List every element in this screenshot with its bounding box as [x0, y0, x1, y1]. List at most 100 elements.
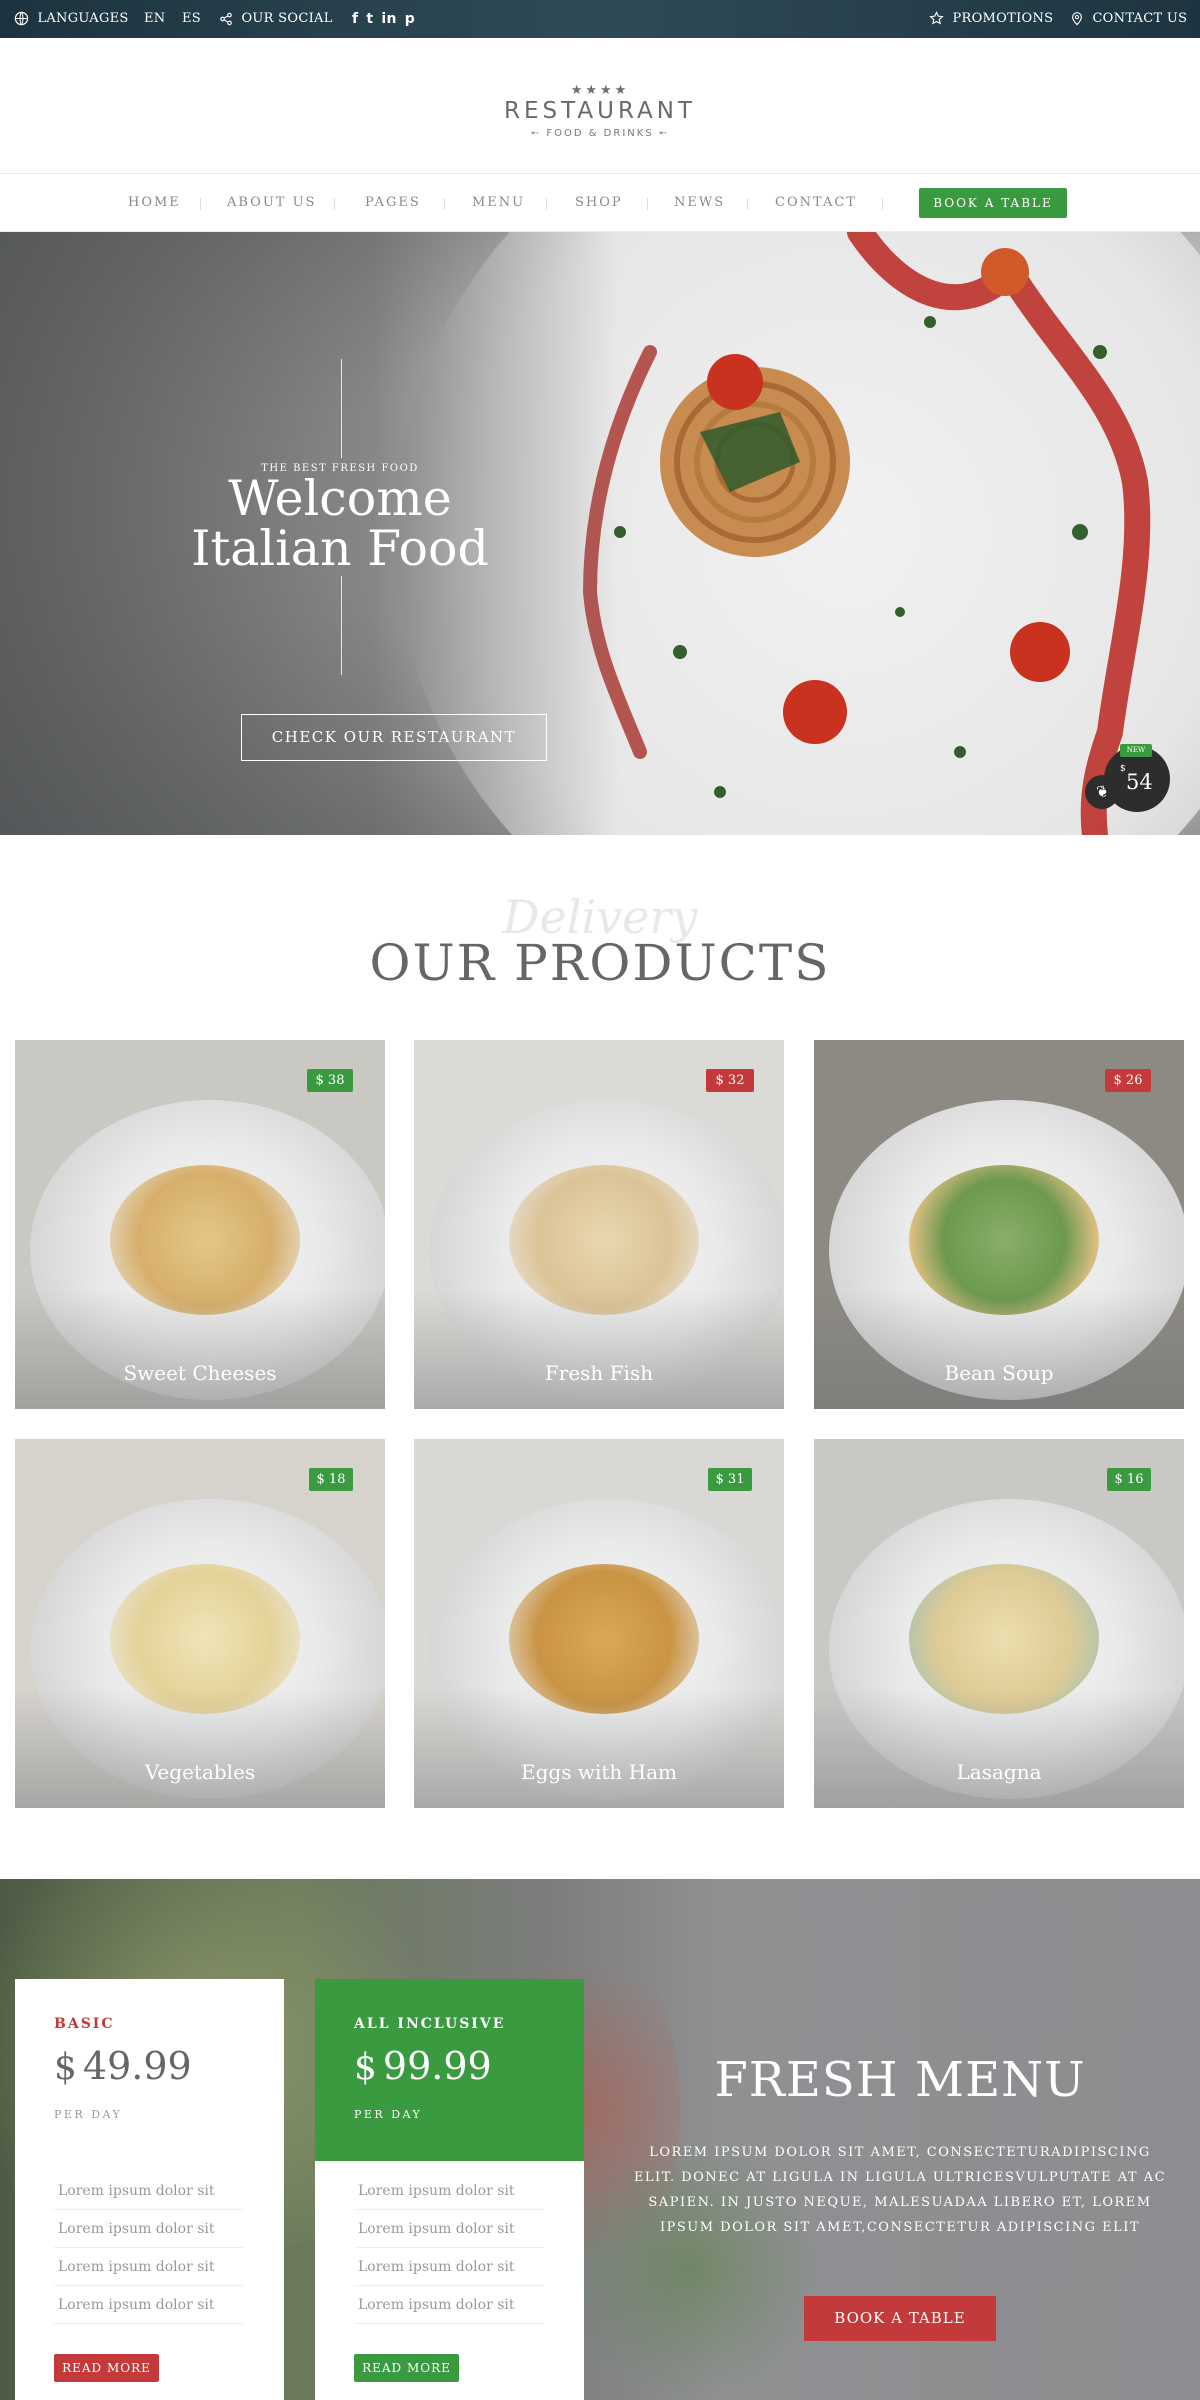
product-card-lasagna[interactable]: $ 16 Lasagna — [814, 1439, 1184, 1808]
product-card-fresh-fish[interactable]: $ 32 Fresh Fish — [414, 1040, 784, 1409]
contact-us-label: CONTACT US — [1092, 11, 1188, 26]
pricing-period: PER DAY — [54, 2108, 123, 2121]
fresh-menu-text: LOREM IPSUM DOLOR SIT AMET, CONSECTETURA… — [633, 2145, 1167, 2235]
product-name: Bean Soup — [944, 1361, 1054, 1385]
pricing-currency: $ — [354, 2047, 377, 2088]
logo-stars: ★★★★ — [570, 83, 630, 98]
pricing-plan-name: BASIC — [54, 2016, 115, 2032]
product-card-eggs-with-ham[interactable]: $ 31 Eggs with Ham — [414, 1439, 784, 1808]
pricing-feature: Lorem ipsum dolor sit — [354, 2173, 544, 2210]
product-overlay — [814, 1289, 1184, 1409]
fresh-menu-title: FRESH MENU — [714, 2052, 1086, 2108]
read-more-button-all-inclusive[interactable]: READ MORE — [354, 2354, 459, 2382]
product-name: Eggs with Ham — [521, 1760, 677, 1784]
lang-en-link[interactable]: EN — [144, 0, 165, 38]
nav-news[interactable]: NEWS — [674, 174, 725, 232]
product-overlay — [414, 1289, 784, 1409]
linkedin-icon[interactable]: in — [381, 0, 396, 38]
product-name: Fresh Fish — [544, 1361, 654, 1385]
pricing-plan-price: $49.99 — [54, 2044, 192, 2088]
product-card-vegetables[interactable]: $ 18 Vegetables — [15, 1439, 385, 1808]
pricing-currency: $ — [54, 2047, 77, 2088]
pricing-card-header: ALL INCLUSIVE $99.99 PER DAY — [315, 1979, 584, 2161]
product-price-tag: $ 16 — [1107, 1468, 1151, 1491]
logo-title[interactable]: RESTAURANT — [0, 98, 1200, 124]
star-icon — [929, 11, 944, 25]
hero-divider-bottom — [341, 576, 342, 675]
hero-divider-top — [341, 359, 342, 458]
pricing-period: PER DAY — [354, 2108, 423, 2121]
product-price-tag: $ 18 — [309, 1468, 353, 1491]
pricing-feature: Lorem ipsum dolor sit — [354, 2287, 544, 2324]
nav-divider — [444, 198, 445, 210]
pricing-card-header: BASIC $49.99 PER DAY — [15, 1979, 284, 2161]
nav-divider — [334, 198, 335, 210]
our-social: OUR SOCIAL — [219, 0, 333, 38]
new-badge: NEW — [1120, 744, 1152, 757]
product-overlay — [414, 1688, 784, 1808]
logo-subtitle-text: FOOD & DRINKS — [546, 128, 654, 139]
pricing-card-basic: BASIC $49.99 PER DAY Lorem ipsum dolor s… — [15, 1979, 284, 2400]
check-our-restaurant-button[interactable]: CHECK OUR RESTAURANT — [241, 714, 547, 761]
nav-divider — [747, 198, 748, 210]
nav-contact[interactable]: CONTACT — [775, 174, 857, 232]
pricing-feature: Lorem ipsum dolor sit — [54, 2249, 244, 2286]
top-bar: LANGUAGES EN ES OUR SOCIAL f t in p PROMOTI… — [0, 0, 1200, 38]
social-icons: f t in p — [352, 0, 423, 38]
pricing-feature: Lorem ipsum dolor sit — [54, 2173, 244, 2210]
nav-pages[interactable]: PAGES — [365, 174, 421, 232]
product-price-tag: $ 26 — [1105, 1069, 1151, 1092]
nav-divider — [200, 198, 201, 210]
facebook-icon[interactable]: f — [352, 0, 358, 38]
promotions-label: PROMOTIONS — [952, 11, 1054, 26]
pricing-amount: 49.99 — [82, 2044, 192, 2088]
product-card-bean-soup[interactable]: $ 26 Bean Soup — [814, 1040, 1184, 1409]
globe-icon — [14, 11, 29, 26]
fresh-menu-book-button[interactable]: BOOK A TABLE — [804, 2296, 996, 2341]
product-overlay — [15, 1688, 385, 1808]
nav-about-us[interactable]: ABOUT US — [227, 174, 316, 232]
hero-title-line1: Welcome — [228, 470, 452, 527]
nav-divider — [647, 198, 648, 210]
languages-label: LANGUAGES — [37, 11, 129, 26]
product-price-tag: $ 31 — [708, 1468, 752, 1491]
lang-es-link[interactable]: ES — [182, 0, 201, 38]
product-card-sweet-cheeses[interactable]: $ 38 Sweet Cheeses — [15, 1040, 385, 1409]
nav-divider — [546, 198, 547, 210]
nav-menu[interactable]: MENU — [472, 174, 525, 232]
contact-us-link[interactable]: CONTACT US — [1070, 0, 1187, 38]
languages-menu[interactable]: LANGUAGES — [14, 0, 129, 38]
product-price-tag: $ 32 — [706, 1069, 754, 1092]
pinterest-icon[interactable]: p — [405, 0, 415, 38]
map-pin-icon — [1072, 12, 1082, 26]
leaf-left-icon: ➸ — [530, 128, 547, 139]
our-social-label: OUR SOCIAL — [241, 11, 333, 26]
products-title: OUR PRODUCTS — [369, 934, 831, 992]
pricing-plan-price: $99.99 — [354, 2044, 492, 2088]
product-overlay — [15, 1289, 385, 1409]
hero-title-line2: Italian Food — [191, 520, 489, 577]
hero-badge-currency: $ — [1120, 764, 1126, 774]
hero-badge-price: 54 — [1126, 770, 1153, 794]
book-a-table-button[interactable]: BOOK A TABLE — [919, 188, 1067, 218]
share-icon — [220, 12, 232, 25]
product-overlay — [814, 1688, 1184, 1808]
pricing-feature: Lorem ipsum dolor sit — [354, 2211, 544, 2248]
nav-home[interactable]: HOME — [128, 174, 181, 232]
nav-divider — [882, 198, 883, 210]
product-name: Sweet Cheeses — [123, 1361, 277, 1385]
logo-subtitle: ➸ FOOD & DRINKS ➸ — [0, 128, 1200, 139]
pricing-card-all-inclusive: ALL INCLUSIVE $99.99 PER DAY Lorem ipsum… — [315, 1979, 584, 2400]
leaf-right-icon: ➸ — [653, 128, 670, 139]
pricing-feature: Lorem ipsum dolor sit — [54, 2211, 244, 2248]
nav-shop[interactable]: SHOP — [575, 174, 623, 232]
promotions-link[interactable]: PROMOTIONS — [929, 0, 1053, 38]
logo-header: ★★★★ RESTAURANT ➸ FOOD & DRINKS ➸ — [0, 38, 1200, 174]
twitter-icon[interactable]: t — [366, 0, 373, 38]
pricing-feature: Lorem ipsum dolor sit — [354, 2249, 544, 2286]
product-name: Vegetables — [144, 1760, 256, 1784]
product-name: Lasagna — [956, 1760, 1042, 1784]
read-more-button-basic[interactable]: READ MORE — [54, 2354, 159, 2382]
pricing-amount: 99.99 — [382, 2044, 492, 2088]
pricing-feature: Lorem ipsum dolor sit — [54, 2287, 244, 2324]
